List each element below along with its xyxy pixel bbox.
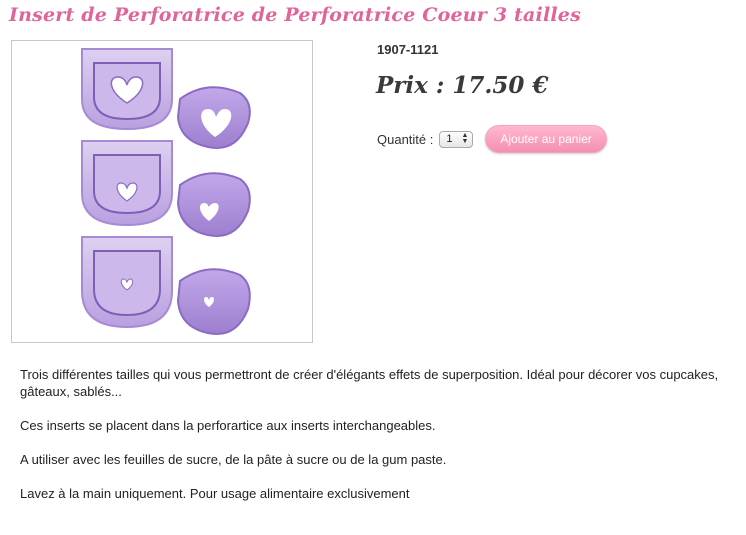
select-arrows-icon: ▲ ▼ [461,131,469,145]
page-title: Insert de Perforatrice de Perforatrice C… [9,4,581,26]
description-paragraph: Ces inserts se placent dans la perforart… [20,418,436,433]
product-reference: 1907-1121 [377,42,439,57]
quantity-value: 1 [446,133,453,145]
heart-insert-illustration [81,48,251,335]
large-insert-front [176,86,251,149]
medium-insert-front [176,172,251,237]
small-insert-back [81,236,173,329]
add-to-cart-button[interactable]: Ajouter au panier [485,125,607,153]
product-description: Trois différentes tailles qui vous perme… [20,366,735,519]
description-paragraph: A utiliser avec les feuilles de sucre, d… [20,452,447,467]
small-insert-front [176,268,251,335]
description-paragraph: Lavez à la main uniquement. Pour usage a… [20,486,410,501]
quantity-select[interactable]: 1 ▲ ▼ [439,130,474,148]
description-paragraph: Trois différentes tailles qui vous perme… [20,367,719,399]
quantity-row: Quantité : 1 ▲ ▼ Ajouter au panier [377,125,607,153]
medium-insert-back [81,140,173,227]
product-price: Prix : 17.50 € [376,72,549,99]
product-image[interactable] [11,40,313,343]
large-insert-back [81,48,173,131]
quantity-label: Quantité : [377,131,434,147]
